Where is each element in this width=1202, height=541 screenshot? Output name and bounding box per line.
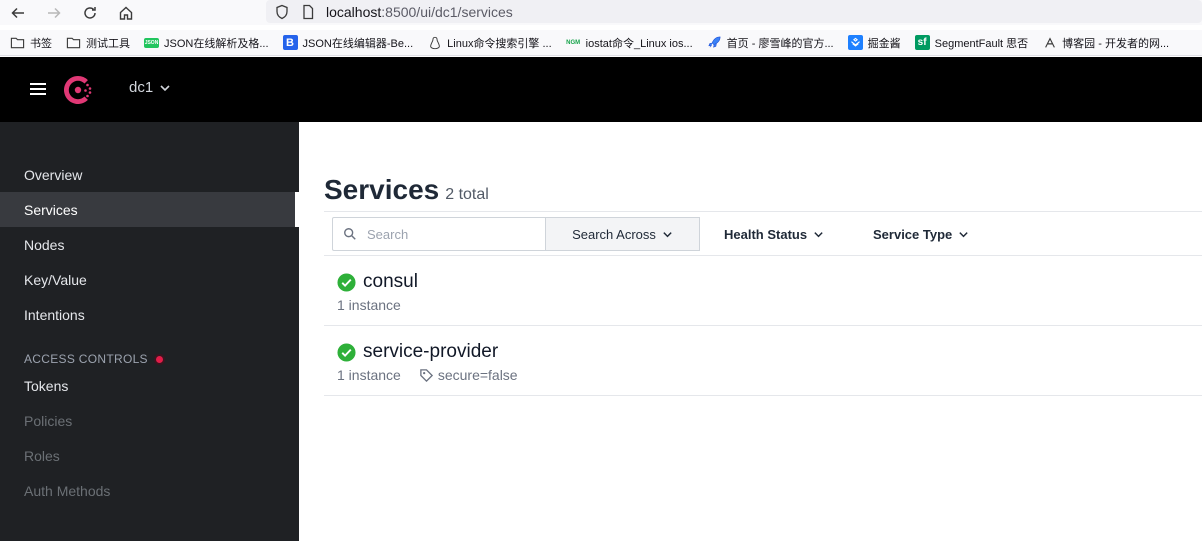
sidebar-item-tokens[interactable]: Tokens xyxy=(0,368,295,403)
reload-icon xyxy=(84,6,96,19)
bookmark-item[interactable]: Linux命令搜索引擎 ... xyxy=(427,35,552,51)
bookmark-item[interactable]: sf SegmentFault 思否 xyxy=(914,35,1028,51)
ngm-site-icon: NGM xyxy=(566,39,581,46)
bookmark-item[interactable]: NGM iostat命令_Linux ios... xyxy=(566,35,693,51)
sidebar-item-key-value[interactable]: Key/Value xyxy=(0,262,295,297)
arrow-left-icon xyxy=(11,7,24,18)
bookmark-item[interactable]: 首页 - 廖雪峰的官方... xyxy=(707,35,834,51)
search-input[interactable] xyxy=(367,226,537,242)
service-name[interactable]: service-provider xyxy=(337,341,498,363)
sidebar-item-overview[interactable]: Overview xyxy=(0,157,295,192)
sidebar: Overview Services Nodes Key/Value Intent… xyxy=(0,122,299,541)
rocket-icon xyxy=(707,35,722,50)
chevron-down-icon xyxy=(663,231,672,237)
datacenter-dropdown[interactable]: dc1 xyxy=(129,79,171,96)
tag-icon xyxy=(420,368,433,382)
browser-toolbar: localhost:8500/ui/dc1/services xyxy=(0,0,1202,25)
chevron-down-icon xyxy=(959,231,968,237)
page-title: Services 2 total xyxy=(324,174,489,205)
service-tag: secure=false xyxy=(419,367,518,383)
juejin-icon xyxy=(847,35,863,50)
service-row[interactable]: consul 1 instance xyxy=(324,256,1202,326)
app-header: dc1 xyxy=(0,57,1202,122)
datacenter-label: dc1 xyxy=(129,79,154,96)
forward-button[interactable] xyxy=(36,0,72,25)
access-controls-heading: ACCESS CONTROLS xyxy=(24,352,165,366)
shield-icon[interactable] xyxy=(274,4,290,20)
service-row[interactable]: service-provider 1 instance secure=false xyxy=(324,326,1202,396)
bookmark-item[interactable]: B JSON在线编辑器-Be... xyxy=(282,35,413,51)
consul-logo[interactable] xyxy=(60,72,96,108)
search-icon xyxy=(344,228,356,240)
alert-dot-icon xyxy=(153,353,165,365)
url-bar[interactable]: localhost:8500/ui/dc1/services xyxy=(266,0,1202,23)
instance-count: 1 instance xyxy=(337,297,401,313)
chevron-down-icon xyxy=(814,231,823,237)
folder-icon xyxy=(10,35,25,50)
back-button[interactable] xyxy=(0,0,36,25)
health-passing-icon xyxy=(337,342,356,362)
service-meta: 1 instance secure=false xyxy=(337,367,518,383)
bookmarks-bar: 书签 测试工具 JSON JSON在线解析及格... B JSON在线编辑器-B… xyxy=(0,30,1202,56)
chevron-down-icon xyxy=(160,84,170,91)
bookmark-item[interactable]: 掘金酱 xyxy=(847,35,901,51)
bookmark-item[interactable]: 测试工具 xyxy=(66,35,130,51)
sidebar-item-auth-methods: Auth Methods xyxy=(24,482,111,499)
service-meta: 1 instance xyxy=(337,297,401,313)
sidebar-item-nodes[interactable]: Nodes xyxy=(0,227,295,262)
home-icon xyxy=(119,6,133,20)
page-icon[interactable] xyxy=(300,4,316,20)
bookmark-item[interactable]: 书签 xyxy=(10,35,52,51)
search-across-dropdown[interactable]: Search Across xyxy=(545,217,700,251)
cnblogs-icon xyxy=(1042,35,1057,50)
json-site-icon: JSON xyxy=(144,37,159,48)
sf-icon: sf xyxy=(914,35,930,50)
health-status-dropdown[interactable]: Health Status xyxy=(724,217,824,251)
bookmark-item[interactable]: JSON JSON在线解析及格... xyxy=(144,35,269,51)
filter-bar: Search Across Health Status Service Type xyxy=(324,211,1202,256)
menu-icon[interactable] xyxy=(30,83,46,95)
folder-icon xyxy=(66,35,81,50)
sidebar-item-services[interactable]: Services xyxy=(0,192,295,227)
instance-count: 1 instance xyxy=(337,367,401,383)
b-site-icon: B xyxy=(282,35,298,50)
health-passing-icon xyxy=(337,272,356,292)
service-type-dropdown[interactable]: Service Type xyxy=(873,217,969,251)
sidebar-item-policies: Policies xyxy=(24,412,73,429)
home-button[interactable] xyxy=(108,0,144,25)
main-content: Services 2 total Search Across Health St… xyxy=(299,122,1202,541)
service-count: 2 total xyxy=(445,186,489,203)
service-name[interactable]: consul xyxy=(337,271,418,293)
sidebar-item-roles: Roles xyxy=(24,447,60,464)
search-box[interactable] xyxy=(332,217,546,251)
reload-button[interactable] xyxy=(72,0,108,25)
url-text[interactable]: localhost:8500/ui/dc1/services xyxy=(326,4,513,20)
bookmark-item[interactable]: 博客园 - 开发者的网... xyxy=(1042,35,1169,51)
arrow-right-icon xyxy=(48,7,61,18)
sidebar-item-intentions[interactable]: Intentions xyxy=(0,297,295,332)
linux-penguin-icon xyxy=(427,35,442,50)
